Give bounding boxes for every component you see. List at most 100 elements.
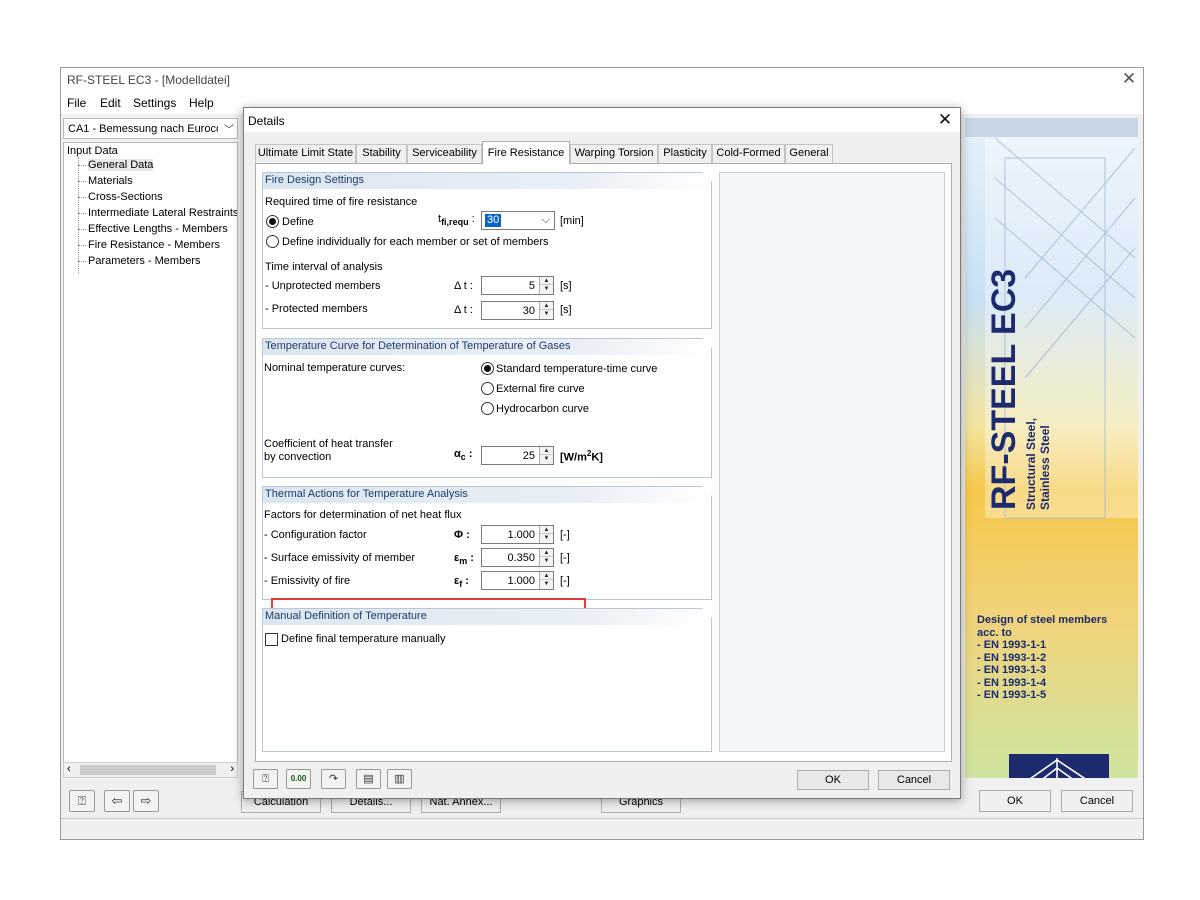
undo-arrow-icon: ↷ <box>328 773 339 785</box>
external-fire-curve-radio[interactable] <box>481 382 494 395</box>
spin-up-icon[interactable]: ▲ <box>540 447 553 455</box>
product-description: Design of steel members acc. to - EN 199… <box>977 614 1108 701</box>
case-select[interactable]: CA1 - Bemessung nach Eurocode 3 ﹀ <box>63 118 238 139</box>
tree-item-parameters[interactable]: Parameters - Members <box>88 255 200 267</box>
protected-interval-input[interactable]: 30 ▲ ▼ <box>481 301 554 320</box>
coefficient-label-2: by convection <box>264 451 332 463</box>
define-individually-radio[interactable] <box>266 235 279 248</box>
tab-warping-torsion[interactable]: Warping Torsion <box>570 144 658 163</box>
main-close-icon[interactable]: ✕ <box>1119 69 1139 89</box>
main-titlebar: RF-STEEL EC3 - [Modelldatei] ✕ <box>61 68 1143 92</box>
group-corner <box>702 608 712 618</box>
dialog-close-icon[interactable]: ✕ <box>934 110 956 130</box>
menu-edit[interactable]: Edit <box>100 96 121 110</box>
menu-help[interactable]: Help <box>189 96 214 110</box>
tab-ultimate-limit-state[interactable]: Ultimate Limit State <box>255 144 356 163</box>
spin-down-icon[interactable]: ▼ <box>540 455 553 463</box>
tree-item-materials[interactable]: Materials <box>88 175 133 187</box>
spin-down-icon[interactable]: ▼ <box>540 557 553 565</box>
export-settings-button[interactable]: ▥ <box>387 769 412 789</box>
configuration-factor-input[interactable]: 1.000 ▲ ▼ <box>481 525 554 544</box>
unprotected-members-label: - Unprotected members <box>265 280 381 292</box>
unprotected-interval-input[interactable]: 5 ▲ ▼ <box>481 276 554 295</box>
spin-buttons[interactable]: ▲ ▼ <box>539 572 553 589</box>
group-corner <box>702 486 712 496</box>
spin-down-icon[interactable]: ▼ <box>540 285 553 293</box>
define-temperature-manually-checkbox[interactable] <box>265 633 278 646</box>
default-values-button[interactable]: 0.00 <box>286 769 311 789</box>
dialog-cancel-button[interactable]: Cancel <box>878 770 950 790</box>
surface-emissivity-input[interactable]: 0.350 ▲ ▼ <box>481 548 554 567</box>
define-radio[interactable] <box>266 215 279 228</box>
spin-buttons[interactable]: ▲ ▼ <box>539 549 553 566</box>
spin-down-icon[interactable]: ▼ <box>540 534 553 542</box>
scroll-right-icon[interactable]: › <box>230 763 234 775</box>
tab-cold-formed[interactable]: Cold-Formed <box>712 144 785 163</box>
next-window-button[interactable]: ⇨ <box>133 790 159 812</box>
dialog-help-button[interactable]: ⍰ <box>253 769 278 789</box>
required-time-label: Required time of fire resistance <box>265 196 418 208</box>
nominal-curves-label: Nominal temperature curves: <box>264 362 406 374</box>
temperature-curve-heading: Temperature Curve for Determination of T… <box>265 340 571 352</box>
spin-buttons[interactable]: ▲ ▼ <box>539 447 553 464</box>
main-ok-button[interactable]: OK <box>979 790 1051 812</box>
coefficient-unit-post: K] <box>591 451 603 464</box>
dialog-ok-button[interactable]: OK <box>797 770 869 790</box>
tree-item-effective-lengths[interactable]: Effective Lengths - Members <box>88 223 228 235</box>
tree-connector <box>78 213 86 214</box>
info-pane <box>719 172 945 752</box>
spin-buttons[interactable]: ▲ ▼ <box>539 526 553 543</box>
menu-file[interactable]: File <box>67 96 86 110</box>
protected-delta-symbol: Δ t : <box>454 304 473 316</box>
import-settings-button[interactable]: ▤ <box>356 769 381 789</box>
spin-up-icon[interactable]: ▲ <box>540 526 553 534</box>
main-cancel-button[interactable]: Cancel <box>1061 790 1133 812</box>
scroll-thumb[interactable] <box>80 765 216 775</box>
tree-connector <box>78 261 86 262</box>
temperature-curve-group: Temperature Curve for Determination of T… <box>262 338 712 478</box>
spin-up-icon[interactable]: ▲ <box>540 302 553 310</box>
group-heading: Fire Design Settings <box>263 173 711 189</box>
tree-item-fire-resistance[interactable]: Fire Resistance - Members <box>88 239 220 251</box>
scroll-left-icon[interactable]: ‹ <box>67 763 71 775</box>
menu-settings[interactable]: Settings <box>133 96 176 110</box>
tree-item-cross-sections[interactable]: Cross-Sections <box>88 191 163 203</box>
tree-item-general-data[interactable]: General Data <box>88 159 154 171</box>
manual-temperature-heading: Manual Definition of Temperature <box>265 610 427 622</box>
help-button[interactable]: ⍰ <box>69 790 95 812</box>
spin-buttons[interactable]: ▲ ▼ <box>539 302 553 319</box>
help-icon: ⍰ <box>78 793 86 808</box>
tab-stability[interactable]: Stability <box>356 144 407 163</box>
spin-down-icon[interactable]: ▼ <box>540 310 553 318</box>
alpha-c-symbol: αc : <box>454 448 473 463</box>
tab-fire-resistance[interactable]: Fire Resistance <box>482 141 570 164</box>
unprotected-unit: [s] <box>560 280 572 292</box>
unprotected-delta-symbol: Δ t : <box>454 280 473 292</box>
spin-buttons[interactable]: ▲ ▼ <box>539 277 553 294</box>
tree-root-input-data[interactable]: Input Data <box>67 145 118 157</box>
previous-window-button[interactable]: ⇦ <box>104 790 130 812</box>
tree-horizontal-scrollbar[interactable]: ‹ › <box>63 762 238 778</box>
spin-up-icon[interactable]: ▲ <box>540 549 553 557</box>
standard-curve-radio[interactable] <box>481 362 494 375</box>
fire-emissivity-input[interactable]: 1.000 ▲ ▼ <box>481 571 554 590</box>
fire-resistance-time-select[interactable]: 30 ⌵ <box>481 211 555 230</box>
heat-transfer-coefficient-input[interactable]: 25 ▲ ▼ <box>481 446 554 465</box>
tab-serviceability[interactable]: Serviceability <box>407 144 482 163</box>
epsilon-m-subscript: m <box>459 556 468 567</box>
tab-general[interactable]: General <box>785 144 833 163</box>
spin-up-icon[interactable]: ▲ <box>540 277 553 285</box>
chevron-down-icon: ⌵ <box>541 214 550 226</box>
default-values-icon: 0.00 <box>290 774 307 783</box>
thermal-actions-group: Thermal Actions for Temperature Analysis… <box>262 486 712 600</box>
tree-item-lateral-restraints[interactable]: Intermediate Lateral Restraints <box>88 207 237 219</box>
hydrocarbon-curve-radio[interactable] <box>481 402 494 415</box>
manual-temperature-group: Manual Definition of Temperature Define … <box>262 608 712 752</box>
fire-emissivity-unit: [-] <box>560 575 570 587</box>
protected-interval-value: 30 <box>522 305 535 317</box>
spin-up-icon[interactable]: ▲ <box>540 572 553 580</box>
spin-down-icon[interactable]: ▼ <box>540 580 553 588</box>
reset-button[interactable]: ↷ <box>321 769 346 789</box>
t-fi-requ-symbol: tfi,requ : <box>438 213 475 228</box>
tab-plasticity[interactable]: Plasticity <box>658 144 712 163</box>
